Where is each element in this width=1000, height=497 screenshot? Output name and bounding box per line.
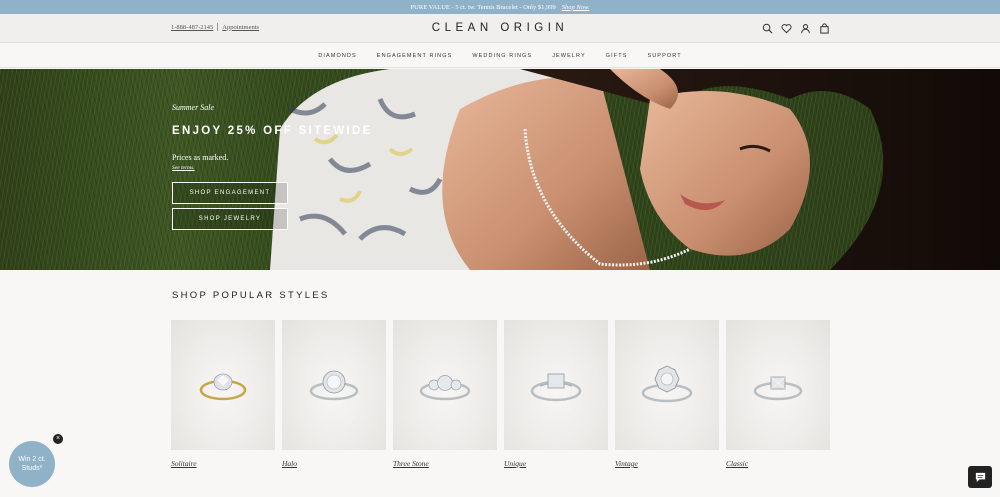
- hero-eyebrow: Summer Sale: [172, 103, 214, 112]
- logo[interactable]: CLEAN ORIGIN: [0, 22, 1000, 34]
- hero-model-image: [270, 69, 1000, 270]
- promo-shop-now-link[interactable]: Shop Now.: [562, 4, 590, 11]
- main-nav: DIAMONDS ENGAGEMENT RINGS WEDDING RINGS …: [0, 44, 1000, 68]
- style-label[interactable]: Unique: [504, 459, 608, 468]
- popular-styles-grid: Solitaire Halo Three Stone Unique Vintag…: [171, 320, 830, 468]
- nav-item-jewelry[interactable]: JEWELRY: [552, 53, 586, 59]
- style-card-three-stone[interactable]: Three Stone: [393, 320, 497, 468]
- hero-banner: Summer Sale ENJOY 25% OFF SITEWIDE Price…: [0, 69, 1000, 270]
- ring-image[interactable]: [171, 320, 275, 450]
- ring-image[interactable]: [282, 320, 386, 450]
- header: 1-888-487-2145 Appointments CLEAN ORIGIN: [0, 14, 1000, 43]
- search-icon[interactable]: [762, 23, 773, 34]
- shop-engagement-button[interactable]: SHOP ENGAGEMENT: [172, 182, 288, 204]
- style-card-halo[interactable]: Halo: [282, 320, 386, 468]
- user-icon[interactable]: [800, 23, 811, 34]
- style-card-classic[interactable]: Classic: [726, 320, 830, 468]
- nav-item-gifts[interactable]: GIFTS: [606, 53, 628, 59]
- nav-item-wedding-rings[interactable]: WEDDING RINGS: [472, 53, 532, 59]
- style-card-solitaire[interactable]: Solitaire: [171, 320, 275, 468]
- style-card-vintage[interactable]: Vintage: [615, 320, 719, 468]
- ring-image[interactable]: [393, 320, 497, 450]
- win-studs-badge[interactable]: Win 2 ct. Studs*: [9, 441, 55, 487]
- ring-image[interactable]: [726, 320, 830, 450]
- shop-jewelry-button[interactable]: SHOP JEWELRY: [172, 208, 288, 230]
- badge-line-1: Win 2 ct.: [18, 455, 46, 463]
- hero-subtext: Prices as marked.: [172, 153, 229, 162]
- hero-content: Summer Sale ENJOY 25% OFF SITEWIDE Price…: [172, 103, 373, 230]
- ring-image[interactable]: [504, 320, 608, 450]
- style-card-unique[interactable]: Unique: [504, 320, 608, 468]
- nav-item-diamonds[interactable]: DIAMONDS: [318, 53, 356, 59]
- section-title: SHOP POPULAR STYLES: [172, 290, 330, 301]
- close-icon[interactable]: ×: [53, 434, 63, 444]
- ring-image[interactable]: [615, 320, 719, 450]
- style-label[interactable]: Halo: [282, 459, 386, 468]
- style-label[interactable]: Three Stone: [393, 459, 497, 468]
- heart-icon[interactable]: [781, 23, 792, 34]
- nav-item-support[interactable]: SUPPORT: [647, 53, 681, 59]
- see-terms-link[interactable]: See terms.: [172, 165, 373, 171]
- promo-bar: PURE VALUE - 5 ct. tw. Tennis Bracelet -…: [0, 0, 1000, 14]
- style-label[interactable]: Vintage: [615, 459, 719, 468]
- style-label[interactable]: Classic: [726, 459, 830, 468]
- style-label[interactable]: Solitaire: [171, 459, 275, 468]
- bag-icon[interactable]: [819, 23, 830, 34]
- chat-icon[interactable]: [968, 466, 992, 488]
- hero-headline: ENJOY 25% OFF SITEWIDE: [172, 125, 373, 137]
- nav-item-engagement-rings[interactable]: ENGAGEMENT RINGS: [377, 53, 453, 59]
- header-icons: [762, 23, 830, 34]
- promo-text: PURE VALUE - 5 ct. tw. Tennis Bracelet -…: [410, 3, 556, 11]
- badge-line-2: Studs*: [21, 465, 43, 472]
